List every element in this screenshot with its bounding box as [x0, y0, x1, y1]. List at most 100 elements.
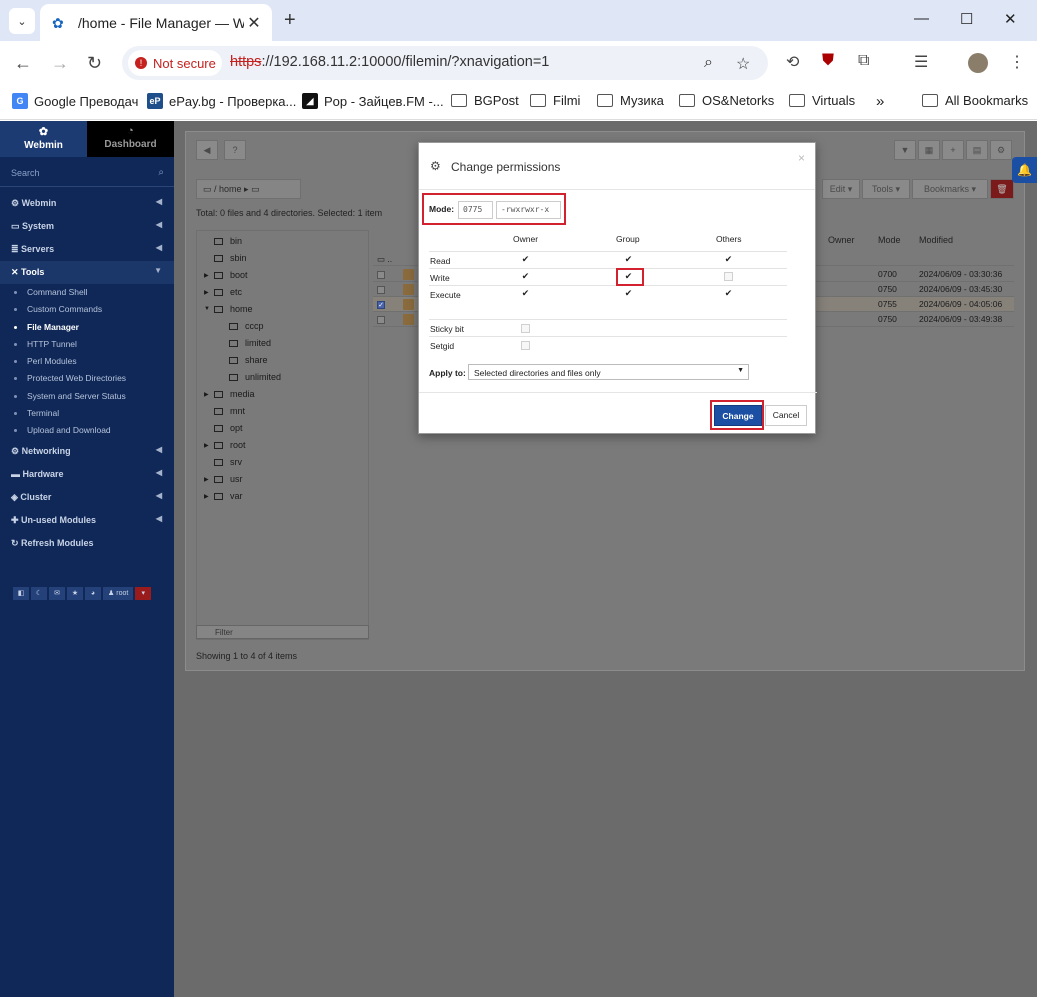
change-button[interactable]: Change: [714, 405, 762, 426]
tree-node[interactable]: unlimited: [219, 372, 281, 382]
tree-node[interactable]: sbin: [204, 253, 247, 263]
security-chip[interactable]: ! Not secure: [128, 50, 222, 76]
reload-icon[interactable]: ↻: [87, 53, 102, 74]
column-modified[interactable]: Modified: [919, 230, 953, 250]
home-folder-icon[interactable]: ▭ /: [203, 184, 219, 194]
minimize-icon[interactable]: —: [914, 10, 929, 27]
forward-arrow-icon[interactable]: →: [51, 53, 69, 74]
sidebar-search[interactable]: Search ⌕: [0, 165, 174, 187]
apply-to-select[interactable]: Selected directories and files only ▼: [468, 364, 749, 380]
others-read-checkbox[interactable]: ✔: [724, 255, 733, 264]
tree-node[interactable]: cccp: [219, 321, 264, 331]
row-checkbox[interactable]: ✓: [377, 297, 385, 312]
tree-node[interactable]: mnt: [204, 406, 245, 416]
column-mode[interactable]: Mode: [878, 230, 901, 250]
sidebar-item-webmin[interactable]: ⚙ Webmin ◀: [0, 192, 174, 215]
sidebar-item-system[interactable]: ▭ System ◀: [0, 215, 174, 238]
sync-extension-icon[interactable]: ⟲: [786, 52, 799, 72]
bookmark-item[interactable]: eP ePay.bg - Проверка...: [147, 93, 296, 109]
sidebar-sub-protected-web-directories[interactable]: Protected Web Directories: [0, 370, 174, 387]
sidebar-item-unused-modules[interactable]: ✚ Un-used Modules ◀: [0, 509, 174, 532]
url-text[interactable]: https://192.168.11.2:10000/filemin/?xnav…: [230, 54, 549, 70]
setgid-checkbox[interactable]: [521, 341, 530, 350]
bookmark-folder[interactable]: Virtuals: [789, 93, 855, 108]
window-close-icon[interactable]: ✕: [1004, 10, 1017, 28]
tree-node[interactable]: ▶ root: [204, 440, 246, 450]
group-read-checkbox[interactable]: ✔: [624, 255, 633, 264]
mode-symbolic-input[interactable]: -rwxrwxr-x: [496, 201, 561, 219]
grid-icon[interactable]: ▦: [918, 140, 940, 160]
tree-node[interactable]: ▶ media: [204, 389, 255, 399]
all-bookmarks[interactable]: All Bookmarks: [922, 93, 1028, 108]
ublock-icon[interactable]: ⛊: [822, 52, 834, 70]
tab-close-icon[interactable]: ✕: [244, 13, 264, 33]
profile-avatar[interactable]: [968, 53, 988, 73]
bookmark-folder[interactable]: BGPost: [451, 93, 519, 108]
notification-bell-icon[interactable]: 🔔: [1012, 157, 1037, 183]
owner-execute-checkbox[interactable]: ✔: [521, 289, 530, 298]
bookmarks-overflow-icon[interactable]: »: [876, 93, 884, 110]
sticky-bit-checkbox[interactable]: [521, 324, 530, 333]
palette-icon[interactable]: ◕: [85, 587, 101, 600]
tree-node[interactable]: limited: [219, 338, 271, 348]
moon-icon[interactable]: ☾: [31, 587, 47, 600]
others-write-checkbox[interactable]: [724, 272, 733, 281]
filter-icon[interactable]: ▼: [894, 140, 916, 160]
sidebar-item-tools[interactable]: ✕ Tools ▼: [0, 261, 174, 284]
column-owner[interactable]: Owner: [828, 230, 855, 250]
bookmark-folder[interactable]: OS&Netorks: [679, 93, 774, 108]
sidebar-sub-custom-commands[interactable]: Custom Commands: [0, 301, 174, 318]
tree-node[interactable]: ▶ etc: [204, 287, 242, 297]
close-icon[interactable]: ×: [798, 151, 805, 165]
help-icon[interactable]: ?: [224, 140, 246, 160]
sidebar-sub-command-shell[interactable]: Command Shell: [0, 284, 174, 301]
star-icon[interactable]: ★: [67, 587, 83, 600]
tree-node[interactable]: srv: [204, 457, 242, 467]
sidebar-sub-http-tunnel[interactable]: HTTP Tunnel: [0, 336, 174, 353]
mode-octal-input[interactable]: 0775: [458, 201, 493, 219]
tree-node[interactable]: opt: [204, 423, 243, 433]
row-checkbox[interactable]: [377, 282, 385, 297]
reading-list-icon[interactable]: ☰: [914, 52, 928, 72]
sidebar-sub-system-and-server-status[interactable]: System and Server Status: [0, 388, 174, 405]
caret-right-icon[interactable]: ▶: [204, 391, 214, 398]
sidebar-sub-terminal[interactable]: Terminal: [0, 405, 174, 422]
logout-icon[interactable]: ▾: [135, 587, 152, 600]
settings-icon[interactable]: ⚙: [990, 140, 1012, 160]
row-checkbox[interactable]: [377, 267, 385, 282]
maximize-icon[interactable]: ☐: [960, 10, 973, 28]
sidebar-item-refresh-modules[interactable]: ↻ Refresh Modules: [0, 532, 174, 555]
tab-webmin[interactable]: ✿ Webmin: [0, 121, 87, 157]
bookmark-folder[interactable]: Filmi: [530, 93, 580, 108]
bookmark-item[interactable]: ◢ Pop - Зайцев.FM -...: [302, 93, 444, 109]
plus-icon[interactable]: +: [942, 140, 964, 160]
archive-icon[interactable]: ▤: [966, 140, 988, 160]
edit-menu-button[interactable]: Edit ▾: [822, 179, 860, 199]
tree-node[interactable]: ▶ boot: [204, 270, 248, 280]
sidebar-sub-file-manager[interactable]: File Manager: [0, 319, 174, 336]
sidebar-sub-perl-modules[interactable]: Perl Modules: [0, 353, 174, 370]
menu-kebab-icon[interactable]: ⋮: [1009, 52, 1025, 72]
others-execute-checkbox[interactable]: ✔: [724, 289, 733, 298]
cancel-button[interactable]: Cancel: [765, 405, 807, 426]
owner-write-checkbox[interactable]: ✔: [521, 272, 530, 281]
sidebar-sub-upload-and-download[interactable]: Upload and Download: [0, 422, 174, 439]
tools-menu-button[interactable]: Tools ▾: [862, 179, 910, 199]
new-tab-button[interactable]: +: [284, 9, 296, 32]
caret-right-icon[interactable]: ▶: [204, 442, 214, 449]
folder-open-icon[interactable]: ▭: [251, 184, 260, 194]
tree-node[interactable]: bin: [204, 236, 242, 246]
group-execute-checkbox[interactable]: ✔: [624, 289, 633, 298]
zoom-icon[interactable]: ⌕: [704, 54, 713, 72]
sidebar-item-servers[interactable]: ≣ Servers ◀: [0, 238, 174, 261]
back-button[interactable]: ◀: [196, 140, 218, 160]
tree-node[interactable]: ▶ var: [204, 491, 243, 501]
caret-right-icon[interactable]: ▶: [204, 493, 214, 500]
sidebar-item-networking[interactable]: ⚙ Networking ◀: [0, 440, 174, 463]
omnibox[interactable]: ! Not secure https://192.168.11.2:10000/…: [122, 46, 768, 80]
bookmark-star-icon[interactable]: ☆: [736, 54, 750, 74]
caret-right-icon[interactable]: ▶: [204, 272, 214, 279]
logs-icon[interactable]: ◧: [13, 587, 29, 600]
owner-read-checkbox[interactable]: ✔: [521, 255, 530, 264]
tree-node[interactable]: share: [219, 355, 268, 365]
